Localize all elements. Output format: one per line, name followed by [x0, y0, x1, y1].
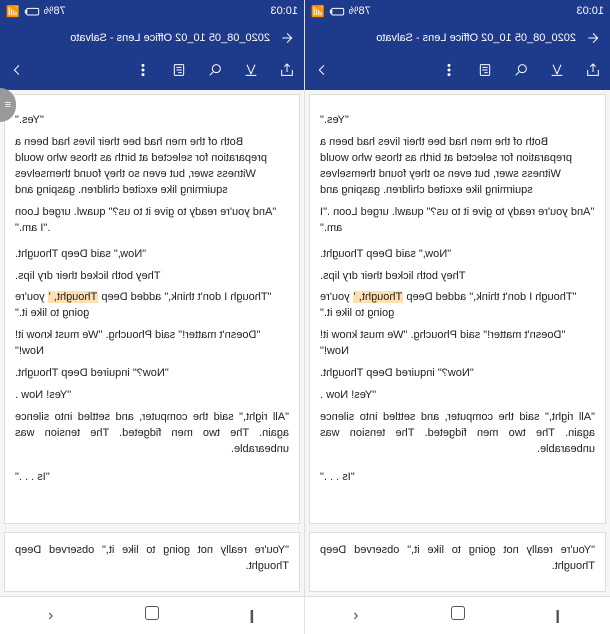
document-page-main[interactable]: "Yes." Both of the men had bee their liv… [4, 94, 300, 524]
nav-recents-button[interactable]: ||| [539, 607, 579, 625]
status-time: 10:03 [576, 5, 604, 17]
document-page-next[interactable]: "You're really not going to like it," ob… [309, 532, 606, 592]
share-icon[interactable] [278, 62, 296, 83]
system-nav-bar: ||| ‹ [305, 596, 610, 634]
app-toolbar [0, 54, 304, 90]
paragraph: "You're really not going to like it," ob… [15, 543, 289, 575]
screen-left: 10:03 78% 📶 2020_08_05 10_02 Office Lens… [0, 0, 305, 634]
system-nav-bar: ||| ‹ [0, 596, 304, 634]
format-icon[interactable] [242, 62, 260, 83]
content-area[interactable]: "Yes." Both of the men had bee their liv… [305, 90, 610, 596]
content-area[interactable]: "Yes." Both of the men had bee their liv… [0, 90, 304, 596]
paragraph: "Is . . ." [15, 470, 289, 486]
paragraph: "All right," said the computer, and sett… [320, 410, 595, 458]
paragraph: "And you're ready to give it to us?" qua… [15, 205, 289, 237]
search-icon[interactable] [206, 62, 224, 83]
status-battery: 78% [44, 5, 66, 17]
document-title: 2020_08_05 10_02 Office Lens - Salvato [311, 32, 582, 44]
paragraph: "Yes." [15, 113, 289, 129]
document-page-next[interactable]: "You're really not going to like it," ob… [4, 532, 300, 592]
paragraph: "Doesn't matter!" said Phouchg. "We must… [15, 328, 289, 360]
status-signal-icon: 📶 [6, 5, 20, 18]
edit-toggle-icon[interactable] [313, 62, 331, 83]
status-battery: 78% [349, 5, 371, 17]
read-icon[interactable] [476, 62, 494, 83]
app-header: 2020_08_05 10_02 Office Lens - Salvato [305, 22, 610, 54]
nav-home-button[interactable] [438, 606, 478, 625]
paragraph: They both licked their dry lips. [15, 269, 289, 285]
status-bar: 10:03 78% 📶 [305, 0, 610, 22]
screen-right: 10:03 78% 📶 2020_08_05 10_02 Office Lens… [305, 0, 610, 634]
battery-icon [329, 3, 345, 19]
share-icon[interactable] [584, 62, 602, 83]
nav-home-button[interactable] [132, 606, 172, 625]
app-header: 2020_08_05 10_02 Office Lens - Salvato [0, 22, 304, 54]
highlighted-text: Thought, ' [48, 291, 99, 303]
nav-back-button[interactable]: ‹ [31, 607, 71, 625]
paragraph: "Though I don't think," added Deep Thoug… [320, 290, 595, 322]
document-title: 2020_08_05 10_02 Office Lens - Salvato [6, 32, 276, 44]
read-icon[interactable] [170, 62, 188, 83]
paragraph: Both of the men had bee their lives had … [320, 135, 595, 199]
paragraph: They both licked their dry lips. [320, 269, 595, 285]
menu-icon[interactable] [440, 62, 458, 83]
paragraph: "Is . . ." [320, 470, 595, 486]
highlighted-text: Thought, ' [353, 291, 404, 303]
edit-toggle-icon[interactable] [8, 62, 26, 83]
paragraph: "Yes! Now . [320, 388, 595, 404]
search-icon[interactable] [512, 62, 530, 83]
status-time: 10:03 [270, 5, 298, 17]
back-arrow-icon [279, 30, 295, 46]
back-arrow-icon [585, 30, 601, 46]
nav-recents-button[interactable]: ||| [233, 607, 273, 625]
paragraph: "Now?" inquired Deep Thought. [320, 366, 595, 382]
paragraph: "Now," said Deep Thought. [320, 247, 595, 263]
back-button[interactable] [582, 30, 604, 46]
app-toolbar [305, 54, 610, 90]
battery-icon [24, 3, 40, 19]
paragraph: "All right," said the computer, and sett… [15, 410, 289, 458]
format-icon[interactable] [548, 62, 566, 83]
paragraph: "Now?" inquired Deep Thought. [15, 366, 289, 382]
paragraph: Both of the men had bee their lives had … [15, 135, 289, 199]
paragraph: "Yes! Now . [15, 388, 289, 404]
nav-back-button[interactable]: ‹ [336, 607, 376, 625]
split-screens: 10:03 78% 📶 2020_08_05 10_02 Office Lens… [0, 0, 610, 634]
back-button[interactable] [276, 30, 298, 46]
paragraph: "And you're ready to give it to us?" qua… [320, 205, 595, 237]
paragraph: "Yes." [320, 113, 595, 129]
status-signal-icon: 📶 [311, 5, 325, 18]
paragraph: "Now," said Deep Thought. [15, 247, 289, 263]
status-bar: 10:03 78% 📶 [0, 0, 304, 22]
paragraph: "You're really not going to like it," ob… [320, 543, 595, 575]
paragraph: "Though I don't think," added Deep Thoug… [15, 290, 289, 322]
paragraph: "Doesn't matter!" said Phouchg. "We must… [320, 328, 595, 360]
menu-icon[interactable] [134, 62, 152, 83]
document-page-main[interactable]: "Yes." Both of the men had bee their liv… [309, 94, 606, 524]
